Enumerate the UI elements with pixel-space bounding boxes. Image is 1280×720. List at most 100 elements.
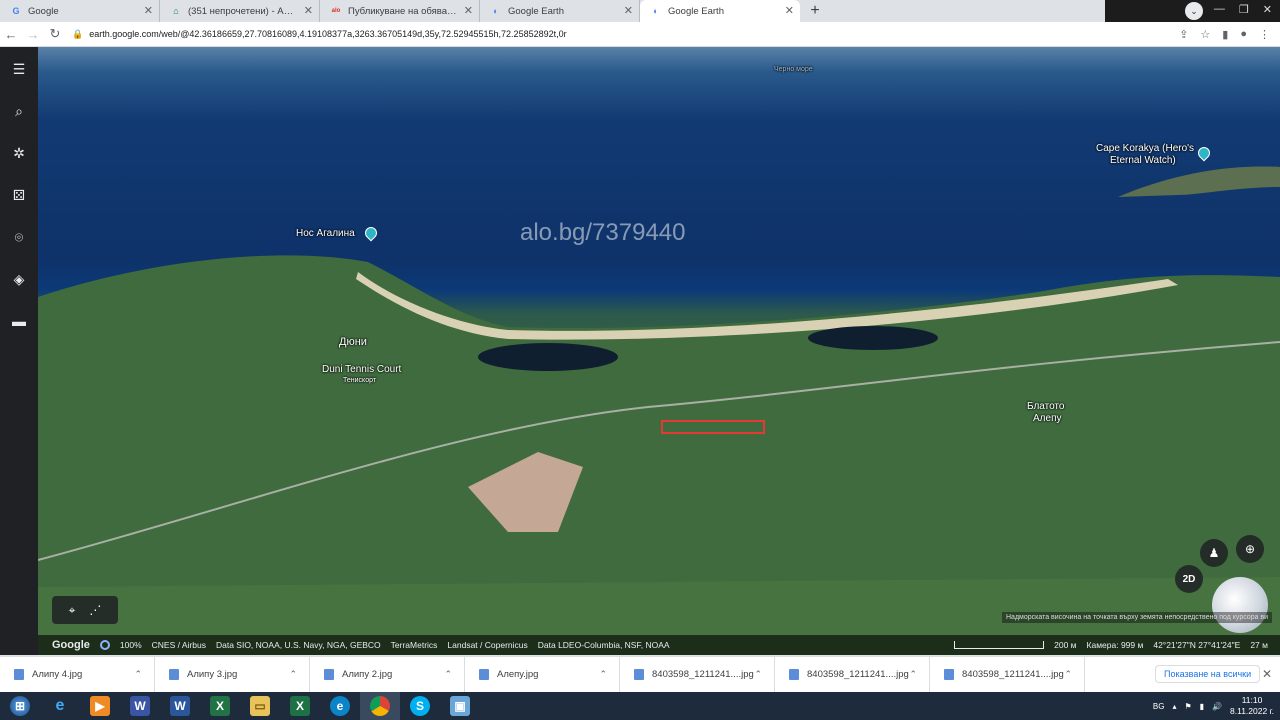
cape-korakya-label[interactable]: Cape Korakya (Hero's: [1096, 143, 1194, 154]
scale-label: 200 м: [1054, 640, 1077, 650]
tab-abv-mail[interactable]: ⌂ (351 непрочетени) - АБВ поща ✕: [160, 0, 320, 22]
tennis-court-label[interactable]: Duni Tennis Court: [322, 364, 401, 375]
close-tab-icon[interactable]: ✕: [304, 4, 313, 17]
flag-icon[interactable]: ⚑: [1184, 702, 1191, 711]
clock-time: 11:10: [1241, 695, 1263, 705]
chevron-up-icon[interactable]: ⌃: [134, 669, 142, 680]
close-window-icon[interactable]: ✕: [1263, 3, 1272, 16]
nos-agalina-label[interactable]: Нос Агалина: [296, 228, 355, 239]
hamburger-menu-icon[interactable]: ☰: [9, 59, 29, 79]
tab-google[interactable]: G Google ✕: [0, 0, 160, 22]
download-item[interactable]: 8403598_1211241....jpg ⌃: [620, 656, 775, 693]
dyuni-label[interactable]: Дюни: [339, 336, 367, 348]
show-all-downloads-button[interactable]: Показване на всички: [1155, 665, 1261, 683]
chevron-up-icon[interactable]: ⌃: [444, 669, 452, 680]
close-tab-icon[interactable]: ✕: [624, 4, 633, 17]
maximize-icon[interactable]: ❐: [1239, 3, 1249, 16]
chevron-up-icon[interactable]: ⌃: [754, 669, 762, 680]
tab-title: Публикуване на обява в alo.bg: [348, 5, 457, 17]
volume-icon[interactable]: 🔊: [1212, 702, 1222, 711]
voyager-icon[interactable]: ✲: [9, 143, 29, 163]
excel-icon[interactable]: X: [200, 692, 240, 720]
edge-icon[interactable]: e: [320, 692, 360, 720]
my-location-icon[interactable]: ⊕: [1236, 535, 1264, 563]
download-item[interactable]: 8403598_1211241....jpg ⌃: [930, 656, 1085, 693]
chrome-icon[interactable]: [360, 692, 400, 720]
projects-pin-icon[interactable]: ⌾: [9, 227, 29, 247]
bookmark-star-icon[interactable]: ☆: [1200, 28, 1210, 41]
skype-icon[interactable]: S: [400, 692, 440, 720]
tennis-court-bg-label[interactable]: Тенискорт: [343, 377, 376, 384]
visio-icon[interactable]: W: [120, 692, 160, 720]
tab-alo-bg[interactable]: alo Публикуване на обява в alo.bg ✕: [320, 0, 480, 22]
image-file-icon: [324, 669, 334, 680]
internet-explorer-icon[interactable]: e: [40, 692, 80, 720]
photos-icon[interactable]: ▣: [440, 692, 480, 720]
chevron-up-icon[interactable]: ⌃: [909, 669, 917, 680]
language-indicator[interactable]: BG: [1153, 702, 1165, 711]
home-favicon-icon: ⌂: [173, 6, 179, 16]
path-draw-icon[interactable]: ⋰: [89, 603, 101, 617]
download-item[interactable]: Алепу.jpg ⌃: [465, 656, 620, 693]
source-5: Data LDEO-Columbia, NSF, NOAA: [537, 640, 670, 650]
close-tab-icon[interactable]: ✕: [464, 4, 473, 17]
start-button-icon[interactable]: ⊞: [0, 692, 40, 720]
map-tools-group: ⌖ ⋰: [52, 596, 118, 624]
earth-3d-map[interactable]: Черно море Cape Korakya (Hero's Eternal …: [38, 47, 1280, 655]
pegman-icon[interactable]: ♟: [1200, 539, 1228, 567]
back-icon[interactable]: ←: [0, 23, 22, 45]
file-explorer-icon[interactable]: ▭: [240, 692, 280, 720]
forward-icon[interactable]: →: [22, 23, 44, 45]
chevron-up-icon[interactable]: ⌃: [1064, 669, 1072, 680]
source-3: TerraMetrics: [390, 640, 438, 650]
tab-strip: G Google ✕ ⌂ (351 непрочетени) - АБВ пощ…: [0, 0, 1280, 22]
blato-label[interactable]: Блатото: [1027, 401, 1064, 412]
map-style-layers-icon[interactable]: ◈: [9, 269, 29, 289]
close-tab-icon[interactable]: ✕: [785, 4, 794, 17]
toolbar-actions: ⇪ ☆ ▮ ● ⋮: [1179, 28, 1270, 41]
black-sea-label: Черно море: [774, 66, 813, 73]
minimize-icon[interactable]: —: [1214, 3, 1225, 16]
system-tray: BG ▴ ⚑ ▮ 🔊 11:10 8.11.2022 г.: [1153, 695, 1274, 717]
image-file-icon: [634, 669, 644, 680]
menu-kebab-icon[interactable]: ⋮: [1259, 28, 1270, 41]
scale-bar: [954, 641, 1045, 649]
tab-search-chevron-icon[interactable]: ⌄: [1185, 2, 1203, 20]
place-marker-icon[interactable]: ⌖: [69, 603, 76, 618]
share-icon[interactable]: ⇪: [1179, 28, 1188, 41]
chevron-up-icon[interactable]: ⌃: [599, 669, 607, 680]
word-icon[interactable]: W: [160, 692, 200, 720]
side-panel-icon[interactable]: ▮: [1222, 28, 1228, 41]
image-file-icon: [479, 669, 489, 680]
toggle-2d-button[interactable]: 2D: [1175, 565, 1203, 593]
measure-ruler-icon[interactable]: ▬: [9, 311, 29, 331]
close-downloads-icon[interactable]: ✕: [1262, 667, 1272, 681]
download-item[interactable]: 8403598_1211241....jpg ⌃: [775, 656, 930, 693]
alepu-label[interactable]: Алепу: [1033, 413, 1061, 424]
search-icon[interactable]: ⌕: [9, 101, 29, 121]
new-tab-button[interactable]: +: [804, 0, 826, 22]
clock[interactable]: 11:10 8.11.2022 г.: [1230, 695, 1274, 717]
lock-icon[interactable]: 🔒: [72, 29, 83, 40]
show-hidden-icons-icon[interactable]: ▴: [1172, 702, 1176, 711]
excel-2-icon[interactable]: X: [280, 692, 320, 720]
chevron-up-icon[interactable]: ⌃: [289, 669, 297, 680]
tab-title: Google: [28, 5, 59, 17]
profile-icon[interactable]: ●: [1240, 28, 1247, 41]
tab-google-earth-1[interactable]: ◐ Google Earth ✕: [480, 0, 640, 22]
close-tab-icon[interactable]: ✕: [144, 4, 153, 17]
network-icon[interactable]: ▮: [1200, 702, 1204, 711]
media-player-icon[interactable]: ▶: [80, 692, 120, 720]
tab-google-earth-2[interactable]: ◐ Google Earth ✕: [640, 0, 800, 22]
address-bar[interactable]: 🔒 earth.google.com/web/@42.36186659,27.7…: [72, 24, 1179, 44]
feeling-lucky-dice-icon[interactable]: ⚄: [9, 185, 29, 205]
download-item[interactable]: Алипу 3.jpg ⌃: [155, 656, 310, 693]
cape-korakya-label-2[interactable]: Eternal Watch): [1110, 155, 1176, 166]
tab-title: (351 непрочетени) - АБВ поща: [188, 5, 297, 17]
tab-title: Google Earth: [668, 5, 724, 17]
reload-icon[interactable]: ↻: [44, 23, 66, 45]
download-item[interactable]: Алипу 4.jpg ⌃: [0, 656, 155, 693]
download-item[interactable]: Алипу 2.jpg ⌃: [310, 656, 465, 693]
globe-compass-icon[interactable]: [1212, 577, 1268, 633]
earth-favicon-icon: ◐: [493, 6, 499, 16]
